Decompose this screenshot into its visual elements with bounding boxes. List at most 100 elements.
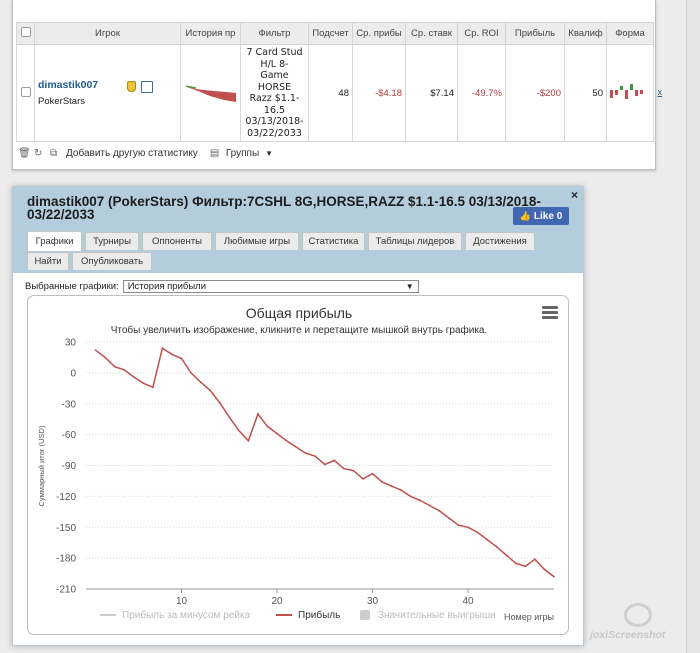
data-point: [171, 353, 173, 356]
y-tick-label: -90: [62, 461, 77, 472]
form-cell: x: [606, 44, 662, 142]
legend-item: Значительные выигрыши: [378, 610, 496, 621]
filter-cell: 7 Card Stud H/L 8- Game HORSE Razz $1.1- 16.5…: [240, 44, 309, 142]
data-point: [352, 469, 355, 472]
y-tick-label: 0: [70, 368, 76, 379]
data-point: [94, 349, 97, 352]
data-point: [132, 376, 135, 378]
data-point: [342, 467, 345, 470]
legend-item: Прибыль: [298, 609, 340, 621]
data-point: [553, 575, 555, 578]
close-icon[interactable]: ×: [571, 188, 578, 202]
player-widget: dimastik007 (PokerStars) Фильтр:7CSHL 8G…: [12, 186, 584, 646]
chart-svg[interactable]: Общая прибыль Чтобы увеличить изображение…: [28, 296, 569, 635]
header-player[interactable]: Игрок: [34, 22, 181, 45]
data-point: [209, 389, 212, 392]
export-icon[interactable]: [141, 81, 153, 93]
profit-history-cell[interactable]: [180, 44, 241, 142]
qualified-value: 50: [564, 44, 607, 142]
data-point: [323, 463, 326, 466]
data-point: [266, 425, 269, 428]
select-all-header[interactable]: [16, 22, 35, 45]
table-row: dimastik007 PokerStars 7 Card Stud H/L 8-…: [16, 44, 662, 142]
data-point: [295, 446, 298, 448]
header-filter[interactable]: Фильтр: [240, 22, 309, 45]
data-point: [543, 568, 546, 571]
data-point: [314, 455, 317, 458]
row-checkbox-cell[interactable]: [16, 44, 35, 142]
graph-select-value: История прибыли: [127, 281, 207, 292]
profit-sparkline: [185, 84, 236, 102]
chart-subtitle: Чтобы увеличить изображение, кликните и …: [111, 324, 488, 336]
filter-line: 16.5: [263, 104, 286, 116]
trash-icon[interactable]: 🗑: [18, 148, 31, 159]
data-point: [409, 495, 412, 498]
data-point: [180, 357, 183, 360]
avg-profit-value: -$4.18: [352, 44, 406, 142]
graph-select[interactable]: История прибыли ▼: [122, 280, 419, 293]
select-all-checkbox[interactable]: [20, 27, 31, 37]
data-point: [276, 432, 278, 435]
header-form[interactable]: Форма: [606, 22, 654, 45]
header-avg-roi[interactable]: Ср. ROI: [457, 22, 506, 45]
data-point: [476, 531, 479, 534]
extra-link[interactable]: x: [658, 87, 663, 97]
add-stat-button[interactable]: Добавить другую статистику: [66, 148, 198, 159]
data-point: [285, 439, 288, 442]
profit-chart[interactable]: Общая прибыль Чтобы увеличить изображение…: [27, 295, 569, 635]
widget-title: dimastik007 (PokerStars) Фильтр:7CSHL 8G…: [27, 194, 541, 222]
refresh-icon[interactable]: ↻: [34, 148, 44, 159]
player-site: PokerStars: [38, 96, 85, 107]
facebook-like-label: Like 0: [533, 210, 563, 222]
header-avg-profit[interactable]: Ср. прибы: [352, 22, 406, 45]
x-axis-label: Номер игры: [504, 612, 554, 622]
groups-button[interactable]: Группы: [226, 148, 259, 159]
filter-line: H/L 8-: [260, 58, 289, 70]
header-profit[interactable]: Прибыль: [505, 22, 565, 45]
tab-statistics[interactable]: Статистика: [302, 232, 365, 250]
data-point: [467, 526, 469, 529]
tab-publish[interactable]: Опубликовать: [72, 252, 152, 270]
data-point: [113, 365, 116, 368]
chevron-down-icon: ▼: [405, 282, 414, 291]
series-line-profit: [95, 346, 555, 578]
header-profit-history[interactable]: История пр: [180, 22, 241, 45]
tab-opponents[interactable]: Оппоненты: [142, 232, 212, 250]
count-value: 48: [308, 44, 353, 142]
data-point: [123, 368, 126, 371]
header-count[interactable]: Подсчет: [308, 22, 353, 45]
data-point: [371, 472, 374, 475]
header-avg-stake[interactable]: Ср. ставк: [405, 22, 458, 45]
trophy-icon[interactable]: [127, 81, 136, 92]
filter-line: 03/22/2033: [247, 127, 302, 139]
data-point: [381, 481, 383, 483]
data-point: [486, 538, 489, 541]
data-point: [151, 386, 154, 389]
tab-graphs[interactable]: Графики: [27, 231, 82, 251]
tab-achievements[interactable]: Достижения: [465, 232, 535, 250]
tab-find[interactable]: Найти: [27, 252, 69, 270]
data-point: [390, 485, 393, 487]
facebook-like-button[interactable]: 👍 Like 0: [513, 207, 569, 225]
tab-tournaments[interactable]: Турниры: [85, 232, 139, 250]
add-stat-icon: ⧉: [50, 147, 58, 159]
y-tick-label: 30: [65, 338, 77, 349]
tab-favorite-games[interactable]: Любимые игры: [215, 232, 299, 250]
data-point: [104, 356, 107, 359]
y-tick-label: -150: [56, 523, 76, 534]
watermark-logo-icon: [624, 603, 652, 627]
filter-line: 7 Card Stud: [246, 47, 303, 58]
data-point: [514, 562, 517, 565]
header-qualified[interactable]: Квалиф: [564, 22, 607, 45]
data-point: [524, 565, 527, 568]
y-axis-label: Суммарный итог (USD): [37, 425, 46, 506]
data-point: [533, 558, 536, 561]
data-point: [495, 545, 498, 548]
data-point: [257, 413, 259, 415]
chart-menu-icon[interactable]: [542, 306, 558, 321]
row-checkbox[interactable]: [20, 86, 31, 97]
chevron-down-icon[interactable]: ▼: [265, 149, 273, 158]
data-point: [333, 459, 336, 462]
tab-leaderboards[interactable]: Таблицы лидеров: [368, 232, 462, 250]
player-name-link[interactable]: dimastik007: [38, 79, 177, 91]
